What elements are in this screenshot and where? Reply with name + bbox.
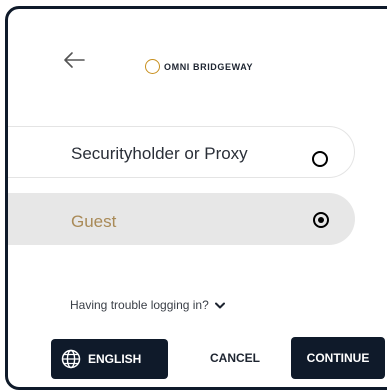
omni-bridgeway-logo: OMNI BRIDGEWAY [145,59,253,74]
back-arrow-icon[interactable] [63,51,85,69]
cancel-button[interactable]: CANCEL [210,351,260,365]
option-label: Securityholder or Proxy [71,144,248,163]
logo-ring-icon [145,59,160,74]
language-label: ENGLISH [88,352,142,366]
continue-button[interactable]: CONTINUE [291,337,385,379]
trouble-logging-in-toggle[interactable]: Having trouble logging in? [70,298,225,312]
continue-label: CONTINUE [306,351,370,365]
option-guest[interactable]: Guest [8,193,355,245]
radio-selected-icon[interactable] [313,212,329,228]
trouble-label: Having trouble logging in? [70,298,209,312]
option-securityholder-or-proxy[interactable]: Securityholder or Proxy [8,126,355,178]
login-panel: OMNI BRIDGEWAY Securityholder or Proxy G… [5,6,387,390]
radio-dot [318,217,324,223]
logo-text: OMNI BRIDGEWAY [164,61,254,72]
radio-unselected-icon[interactable] [312,151,328,167]
option-label: Guest [71,212,117,231]
globe-icon [61,349,81,369]
chevron-down-icon [214,302,225,308]
language-button[interactable]: ENGLISH [51,339,168,379]
